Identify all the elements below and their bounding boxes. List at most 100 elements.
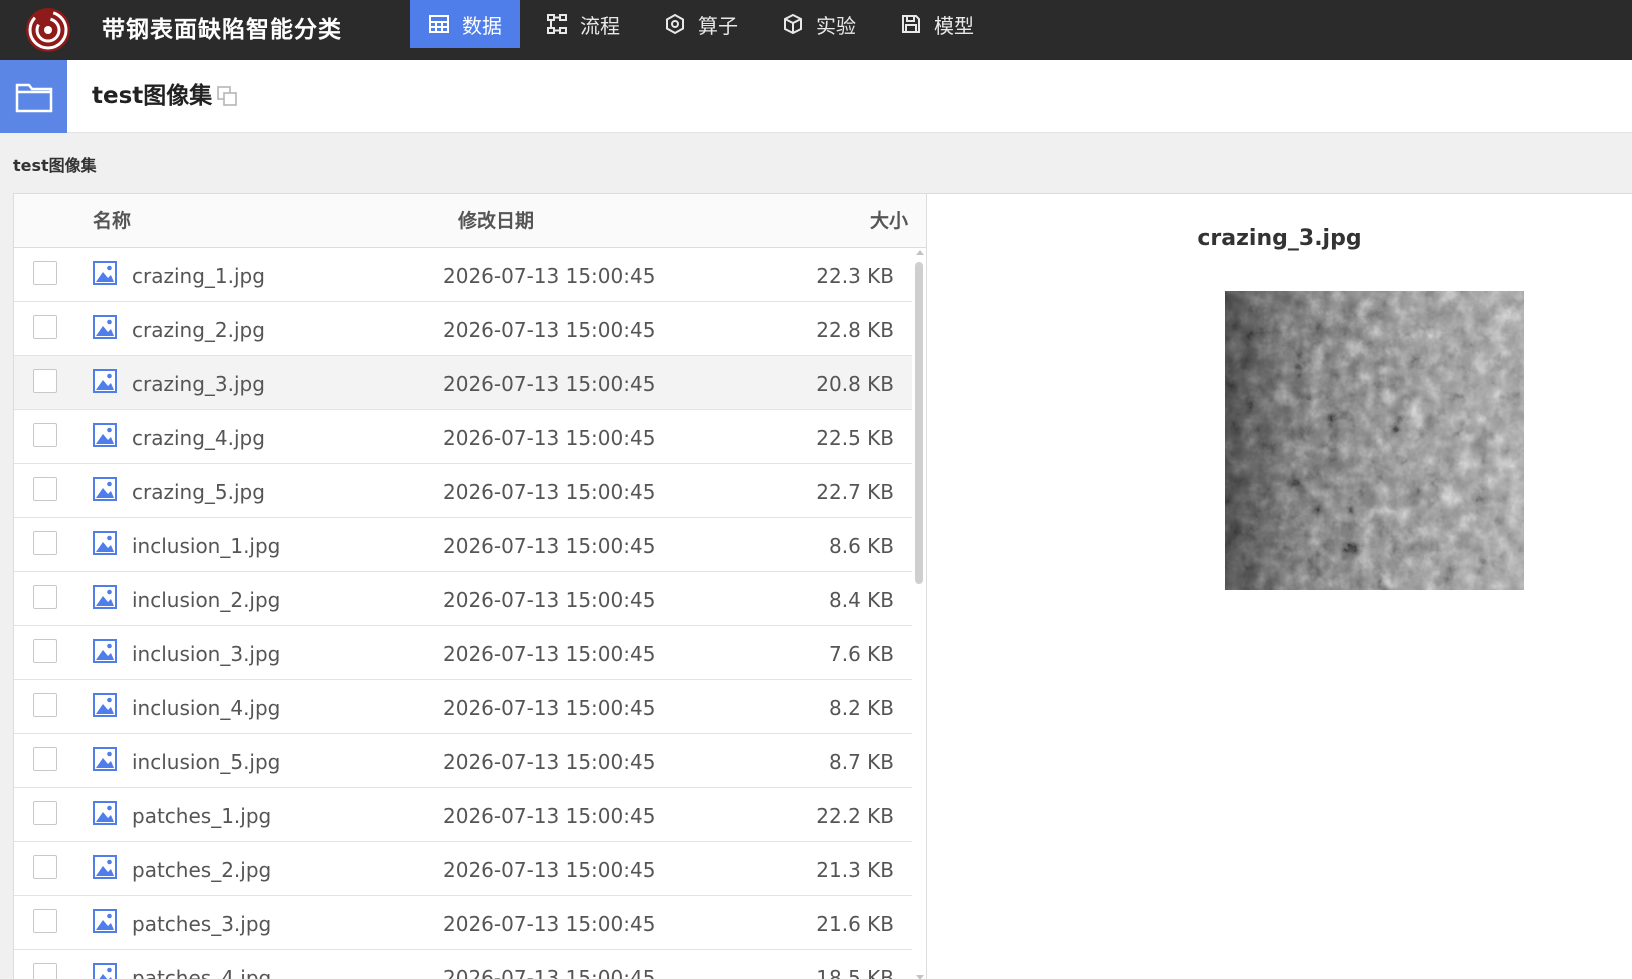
hexagon-icon xyxy=(666,13,684,35)
file-size: 8.6 KB xyxy=(829,534,894,558)
table-row[interactable]: inclusion_2.jpg 2026-07-13 15:00:45 8.4 KB xyxy=(14,572,912,626)
file-name: patches_4.jpg xyxy=(132,966,272,979)
file-date: 2026-07-13 15:00:45 xyxy=(443,534,656,558)
file-name: inclusion_3.jpg xyxy=(132,642,281,666)
top-bar: 带钢表面缺陷智能分类 数据 流程 算子 实验 模型 xyxy=(0,0,1632,60)
file-size: 8.7 KB xyxy=(829,750,894,774)
scroll-thumb[interactable] xyxy=(915,262,923,584)
nav-item-data[interactable]: 数据 xyxy=(410,0,520,48)
file-name: crazing_3.jpg xyxy=(132,372,265,396)
row-checkbox[interactable] xyxy=(33,963,57,979)
image-file-icon xyxy=(93,747,117,771)
image-file-icon xyxy=(93,585,117,609)
file-date: 2026-07-13 15:00:45 xyxy=(443,696,656,720)
image-file-icon xyxy=(93,315,117,339)
table-row[interactable]: patches_1.jpg 2026-07-13 15:00:45 22.2 KB xyxy=(14,788,912,842)
save-icon xyxy=(902,15,920,33)
image-file-icon xyxy=(93,693,117,717)
cube-icon xyxy=(784,13,802,35)
row-checkbox[interactable] xyxy=(33,585,57,609)
table-row[interactable]: patches_3.jpg 2026-07-13 15:00:45 21.6 KB xyxy=(14,896,912,950)
file-size: 8.4 KB xyxy=(829,588,894,612)
file-name: patches_2.jpg xyxy=(132,858,272,882)
row-checkbox[interactable] xyxy=(33,801,57,825)
file-date: 2026-07-13 15:00:45 xyxy=(443,318,656,342)
nav-item-operator[interactable]: 算子 xyxy=(646,0,756,48)
nav-label: 流程 xyxy=(580,13,620,38)
table-row[interactable]: inclusion_5.jpg 2026-07-13 15:00:45 8.7 KB xyxy=(14,734,912,788)
image-file-icon xyxy=(93,531,117,555)
flow-icon xyxy=(547,14,567,34)
row-checkbox[interactable] xyxy=(33,477,57,501)
breadcrumb[interactable]: test图像集 xyxy=(13,152,97,176)
table-row[interactable]: crazing_2.jpg 2026-07-13 15:00:45 22.8 KB xyxy=(14,302,912,356)
table-row[interactable]: crazing_3.jpg 2026-07-13 15:00:45 20.8 KB xyxy=(14,356,912,410)
row-checkbox[interactable] xyxy=(33,909,57,933)
image-file-icon xyxy=(93,639,117,663)
main-nav: 数据 流程 算子 实验 模型 xyxy=(410,0,1000,48)
row-checkbox[interactable] xyxy=(33,639,57,663)
dataset-title: test图像集 xyxy=(92,83,213,109)
row-checkbox[interactable] xyxy=(33,855,57,879)
image-file-icon xyxy=(93,963,117,979)
column-header-name[interactable]: 名称 xyxy=(93,194,131,248)
image-file-icon xyxy=(93,477,117,501)
file-size: 7.6 KB xyxy=(829,642,894,666)
table-row[interactable]: inclusion_4.jpg 2026-07-13 15:00:45 8.2 KB xyxy=(14,680,912,734)
image-file-icon xyxy=(93,801,117,825)
file-date: 2026-07-13 15:00:45 xyxy=(443,912,656,936)
file-name: crazing_1.jpg xyxy=(132,264,265,288)
file-size: 22.8 KB xyxy=(816,318,894,342)
file-name: crazing_4.jpg xyxy=(132,426,265,450)
table-row[interactable]: crazing_1.jpg 2026-07-13 15:00:45 22.3 KB xyxy=(14,248,912,302)
preview-image xyxy=(1225,291,1524,590)
row-checkbox[interactable] xyxy=(33,531,57,555)
list-scrollbar[interactable] xyxy=(913,250,925,979)
row-checkbox[interactable] xyxy=(33,693,57,717)
file-size: 21.6 KB xyxy=(816,912,894,936)
scroll-down-arrow[interactable] xyxy=(916,975,924,979)
file-date: 2026-07-13 15:00:45 xyxy=(443,426,656,450)
table-row[interactable]: inclusion_1.jpg 2026-07-13 15:00:45 8.6 KB xyxy=(14,518,912,572)
folder-tile xyxy=(0,60,67,133)
column-header-size[interactable]: 大小 xyxy=(870,194,908,248)
copy-icon[interactable] xyxy=(216,85,238,107)
file-date: 2026-07-13 15:00:45 xyxy=(443,750,656,774)
file-name: crazing_5.jpg xyxy=(132,480,265,504)
folder-icon xyxy=(15,83,52,112)
file-size: 18.5 KB xyxy=(816,966,894,979)
table-row[interactable]: crazing_5.jpg 2026-07-13 15:00:45 22.7 KB xyxy=(14,464,912,518)
file-date: 2026-07-13 15:00:45 xyxy=(443,858,656,882)
scroll-up-arrow[interactable] xyxy=(916,250,924,255)
row-checkbox[interactable] xyxy=(33,261,57,285)
column-header-date[interactable]: 修改日期 xyxy=(458,194,534,248)
file-size: 20.8 KB xyxy=(816,372,894,396)
file-name: inclusion_2.jpg xyxy=(132,588,281,612)
row-checkbox[interactable] xyxy=(33,369,57,393)
nav-item-experiment[interactable]: 实验 xyxy=(764,0,874,48)
file-rows: crazing_1.jpg 2026-07-13 15:00:45 22.3 KB c… xyxy=(14,248,912,979)
image-file-icon xyxy=(93,369,117,393)
file-name: patches_1.jpg xyxy=(132,804,272,828)
file-date: 2026-07-13 15:00:45 xyxy=(443,966,656,979)
file-date: 2026-07-13 15:00:45 xyxy=(443,642,656,666)
file-date: 2026-07-13 15:00:45 xyxy=(443,372,656,396)
image-file-icon xyxy=(93,261,117,285)
swirl-logo-icon[interactable] xyxy=(24,6,72,54)
file-size: 22.5 KB xyxy=(816,426,894,450)
preview-title: crazing_3.jpg xyxy=(1197,226,1362,251)
row-checkbox[interactable] xyxy=(33,423,57,447)
table-row[interactable]: patches_2.jpg 2026-07-13 15:00:45 21.3 KB xyxy=(14,842,912,896)
file-date: 2026-07-13 15:00:45 xyxy=(443,588,656,612)
row-checkbox[interactable] xyxy=(33,315,57,339)
nav-label: 算子 xyxy=(698,13,738,38)
table-row[interactable]: patches_4.jpg 2026-07-13 15:00:45 18.5 KB xyxy=(14,950,912,979)
nav-item-flow[interactable]: 流程 xyxy=(528,0,638,48)
image-file-icon xyxy=(93,855,117,879)
table-row[interactable]: inclusion_3.jpg 2026-07-13 15:00:45 7.6 KB xyxy=(14,626,912,680)
nav-item-model[interactable]: 模型 xyxy=(882,0,992,48)
table-row[interactable]: crazing_4.jpg 2026-07-13 15:00:45 22.5 KB xyxy=(14,410,912,464)
image-file-icon xyxy=(93,909,117,933)
row-checkbox[interactable] xyxy=(33,747,57,771)
file-name: inclusion_4.jpg xyxy=(132,696,281,720)
